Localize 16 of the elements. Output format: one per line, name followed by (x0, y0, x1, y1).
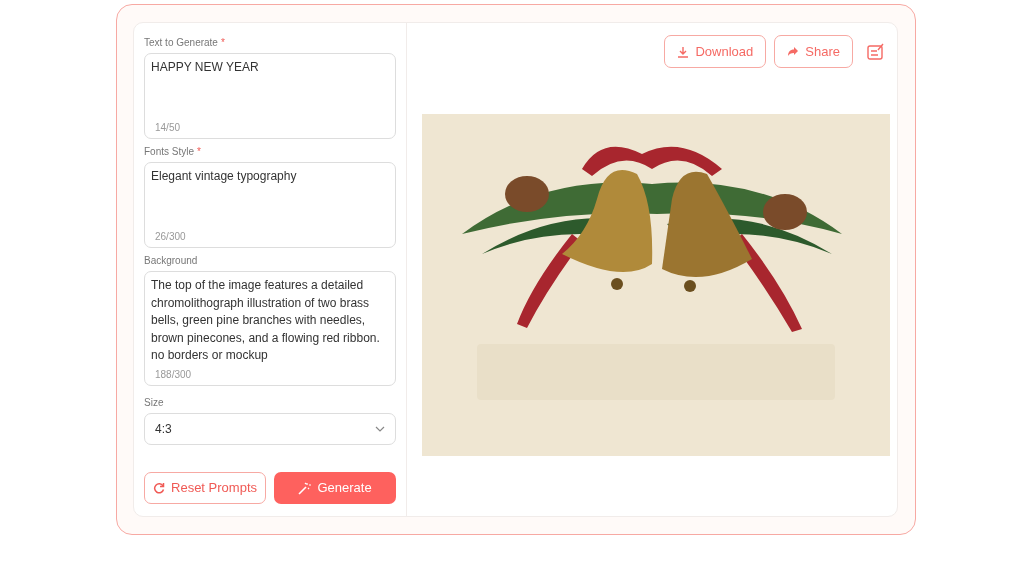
field-label: Size (144, 396, 164, 410)
size-select[interactable]: 4:3 (144, 413, 396, 445)
edit-note-icon[interactable] (867, 42, 885, 61)
field-label: Background (144, 255, 198, 266)
field-label: Fonts Style (144, 146, 195, 157)
magic-wand-icon (298, 481, 312, 495)
chevron-down-icon (375, 426, 385, 432)
character-counter: 26/300 (155, 230, 186, 244)
required-mark: * (220, 37, 225, 48)
field-label: Text to Generate (144, 37, 218, 48)
download-icon (677, 45, 690, 58)
share-icon (787, 46, 800, 57)
character-counter: 14/50 (155, 121, 181, 135)
refresh-icon (153, 482, 165, 494)
required-mark: * (197, 146, 201, 157)
character-counter: 188/300 (155, 368, 192, 382)
